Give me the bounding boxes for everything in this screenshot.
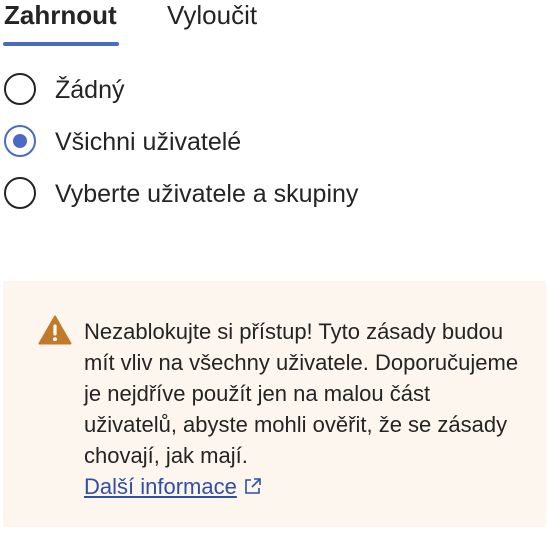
radio-option-none[interactable]: Žádný	[4, 72, 544, 124]
radio-button-none[interactable]	[4, 73, 36, 105]
tab-bar: Zahrnout Vyloučit	[0, 0, 548, 48]
learn-more-link[interactable]: Další informace	[84, 474, 263, 499]
lockout-warning-banner: Nezablokujte si přístup! Tyto zásady bud…	[3, 281, 546, 527]
warning-text: Nezablokujte si přístup! Tyto zásady bud…	[84, 319, 519, 468]
warning-triangle-icon	[38, 315, 72, 345]
external-link-icon	[245, 478, 261, 494]
tab-include[interactable]: Zahrnout	[4, 0, 117, 30]
learn-more-link-label: Další informace	[84, 474, 237, 499]
radio-option-select-users-groups[interactable]: Vyberte uživatele a skupiny	[4, 176, 544, 228]
radio-button-all-users[interactable]	[4, 125, 36, 157]
radio-label-none: Žádný	[55, 76, 125, 104]
tab-exclude[interactable]: Vyloučit	[167, 0, 257, 30]
radio-option-all-users[interactable]: Všichni uživatelé	[4, 124, 544, 176]
warning-message: Nezablokujte si přístup! Tyto zásady bud…	[84, 316, 524, 502]
radio-button-select-users-groups[interactable]	[4, 177, 36, 209]
user-selection-radio-group: Žádný Všichni uživatelé Vyberte uživatel…	[4, 72, 544, 228]
radio-label-all-users: Všichni uživatelé	[55, 128, 242, 156]
active-tab-indicator	[3, 42, 119, 46]
radio-label-select-users-groups: Vyberte uživatele a skupiny	[55, 180, 359, 208]
radio-selected-dot	[13, 134, 27, 148]
